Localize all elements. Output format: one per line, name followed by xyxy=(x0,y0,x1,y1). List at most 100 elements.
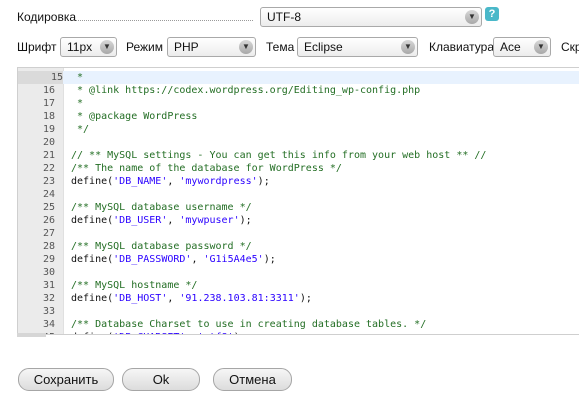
line-text: define('DB_NAME', 'mywordpress'); xyxy=(71,175,270,188)
code-token: define( xyxy=(71,254,114,265)
line-text: /** MySQL hostname */ xyxy=(71,279,197,292)
chevron-down-icon: ▼ xyxy=(465,10,479,24)
mode-select[interactable]: PHP ▼ xyxy=(167,37,256,57)
code-string: '91.238.103.81:3311' xyxy=(179,293,300,304)
code-comment: * xyxy=(71,98,84,109)
cancel-button[interactable]: Отмена xyxy=(213,368,292,391)
code-token: ); xyxy=(299,293,312,304)
code-comment: // ** MySQL settings - You can get this … xyxy=(71,150,487,161)
encoding-select-value: UTF-8 xyxy=(267,10,301,24)
code-line[interactable]: 26 define('DB_USER', 'mywpuser'); xyxy=(18,214,579,227)
line-number: 34 xyxy=(42,319,55,330)
line-text: define('DB_CHARSET', 'utf8'); xyxy=(71,331,246,334)
code-line[interactable]: 31 /** MySQL hostname */ xyxy=(18,279,579,292)
code-token: define( xyxy=(71,293,114,304)
code-line[interactable]: 34 /** Database Charset to use in creatin… xyxy=(18,318,579,331)
code-line[interactable]: 18 * @package WordPress xyxy=(18,110,579,123)
line-text: * xyxy=(71,71,83,84)
line-number: 31 xyxy=(42,280,55,291)
theme-value: Eclipse xyxy=(304,40,343,54)
code-lines[interactable]: 15 * 16 * @link https://codex.wordpress.o… xyxy=(18,71,579,334)
line-text: /** MySQL database password */ xyxy=(71,240,252,253)
horizontal-scrollbar[interactable] xyxy=(17,333,46,337)
encoding-select[interactable]: UTF-8 ▼ xyxy=(260,7,482,27)
code-comment: /** The name of the database for WordPre… xyxy=(71,163,342,174)
keyboard-value: Ace xyxy=(500,40,521,54)
line-number: 24 xyxy=(42,189,55,200)
code-line[interactable]: 24 xyxy=(18,188,579,201)
line-number: 30 xyxy=(42,267,55,278)
code-line[interactable]: 16 * @link https://codex.wordpress.org/E… xyxy=(18,84,579,97)
code-string: 'DB_PASSWORD' xyxy=(113,254,192,265)
line-number: 20 xyxy=(42,137,55,148)
code-string: 'mywpuser' xyxy=(179,215,240,226)
code-line[interactable]: 23 define('DB_NAME', 'mywordpress'); xyxy=(18,175,579,188)
code-token: define( xyxy=(71,176,114,187)
code-token: ); xyxy=(257,176,270,187)
code-token: , xyxy=(191,254,204,265)
line-text: * @link https://codex.wordpress.org/Edit… xyxy=(71,84,420,97)
code-string: 'DB_USER' xyxy=(113,215,168,226)
code-token: , xyxy=(185,332,197,334)
line-number: 21 xyxy=(42,150,55,161)
chevron-down-icon: ▼ xyxy=(401,40,415,54)
code-string: 'DB_CHARSET' xyxy=(113,332,185,334)
line-text: define('DB_HOST', '91.238.103.81:3311'); xyxy=(71,292,312,305)
line-text: // ** MySQL settings - You can get this … xyxy=(71,149,486,162)
line-number: 27 xyxy=(42,228,55,239)
chevron-down-icon: ▼ xyxy=(100,40,114,54)
encoding-leader-dots xyxy=(76,20,253,21)
code-line[interactable]: 28 /** MySQL database password */ xyxy=(18,240,579,253)
code-token: ); xyxy=(263,254,276,265)
code-comment: * @link https://codex.wordpress.org/Edit… xyxy=(71,85,421,96)
line-number: 15 xyxy=(18,71,63,84)
code-token: define( xyxy=(71,332,113,334)
code-string: 'DB_HOST' xyxy=(113,293,168,304)
line-number: 29 xyxy=(42,254,55,265)
line-number: 25 xyxy=(42,202,55,213)
line-text: * xyxy=(71,97,83,110)
code-string: 'DB_NAME' xyxy=(113,176,168,187)
code-string: 'mywordpress' xyxy=(179,176,258,187)
line-text: /** Database Charset to use in creating … xyxy=(71,318,426,331)
keyboard-select[interactable]: Ace ▼ xyxy=(493,37,551,57)
line-number: 22 xyxy=(42,163,55,174)
code-line[interactable]: 17 * xyxy=(18,97,579,110)
code-line[interactable]: 27 xyxy=(18,227,579,240)
line-number: 33 xyxy=(42,306,55,317)
code-token: ); xyxy=(239,215,252,226)
line-number: 26 xyxy=(42,215,55,226)
keyboard-label: Клавиатура xyxy=(429,40,494,54)
code-line[interactable]: 19 */ xyxy=(18,123,579,136)
mode-label: Режим xyxy=(126,40,163,54)
code-line[interactable]: 21 // ** MySQL settings - You can get thi… xyxy=(18,149,579,162)
code-token: , xyxy=(167,293,180,304)
line-text: define('DB_PASSWORD', 'G1i5A4e5'); xyxy=(71,253,276,266)
code-line[interactable]: 35define('DB_CHARSET', 'utf8'); xyxy=(18,331,579,334)
line-number: 23 xyxy=(42,176,55,187)
chevron-down-icon: ▼ xyxy=(239,40,253,54)
font-size-select[interactable]: 11px ▼ xyxy=(60,37,117,57)
line-text: /** The name of the database for WordPre… xyxy=(71,162,342,175)
code-token: , xyxy=(167,176,180,187)
ok-button[interactable]: Ok xyxy=(122,368,200,391)
theme-select[interactable]: Eclipse ▼ xyxy=(297,37,418,57)
code-line[interactable]: 20 xyxy=(18,136,579,149)
code-line[interactable]: 22 /** The name of the database for WordP… xyxy=(18,162,579,175)
line-number: 32 xyxy=(42,293,55,304)
save-button[interactable]: Сохранить xyxy=(18,368,114,391)
line-text: */ xyxy=(71,123,89,136)
line-number: 16 xyxy=(42,85,55,96)
code-line[interactable]: 25 /** MySQL database username */ xyxy=(18,201,579,214)
line-text: define('DB_USER', 'mywpuser'); xyxy=(71,214,252,227)
code-editor[interactable]: 15 * 16 * @link https://codex.wordpress.o… xyxy=(17,67,579,335)
code-line[interactable]: 30 xyxy=(18,266,579,279)
chevron-down-icon: ▼ xyxy=(534,40,548,54)
code-line[interactable]: 33 xyxy=(18,305,579,318)
line-text: /** MySQL database username */ xyxy=(71,201,252,214)
code-comment: * @package WordPress xyxy=(71,111,198,122)
code-line[interactable]: 32 define('DB_HOST', '91.238.103.81:3311'… xyxy=(18,292,579,305)
help-icon[interactable]: ? xyxy=(485,7,499,21)
code-line[interactable]: 29 define('DB_PASSWORD', 'G1i5A4e5'); xyxy=(18,253,579,266)
code-line[interactable]: 15 * xyxy=(18,71,579,84)
